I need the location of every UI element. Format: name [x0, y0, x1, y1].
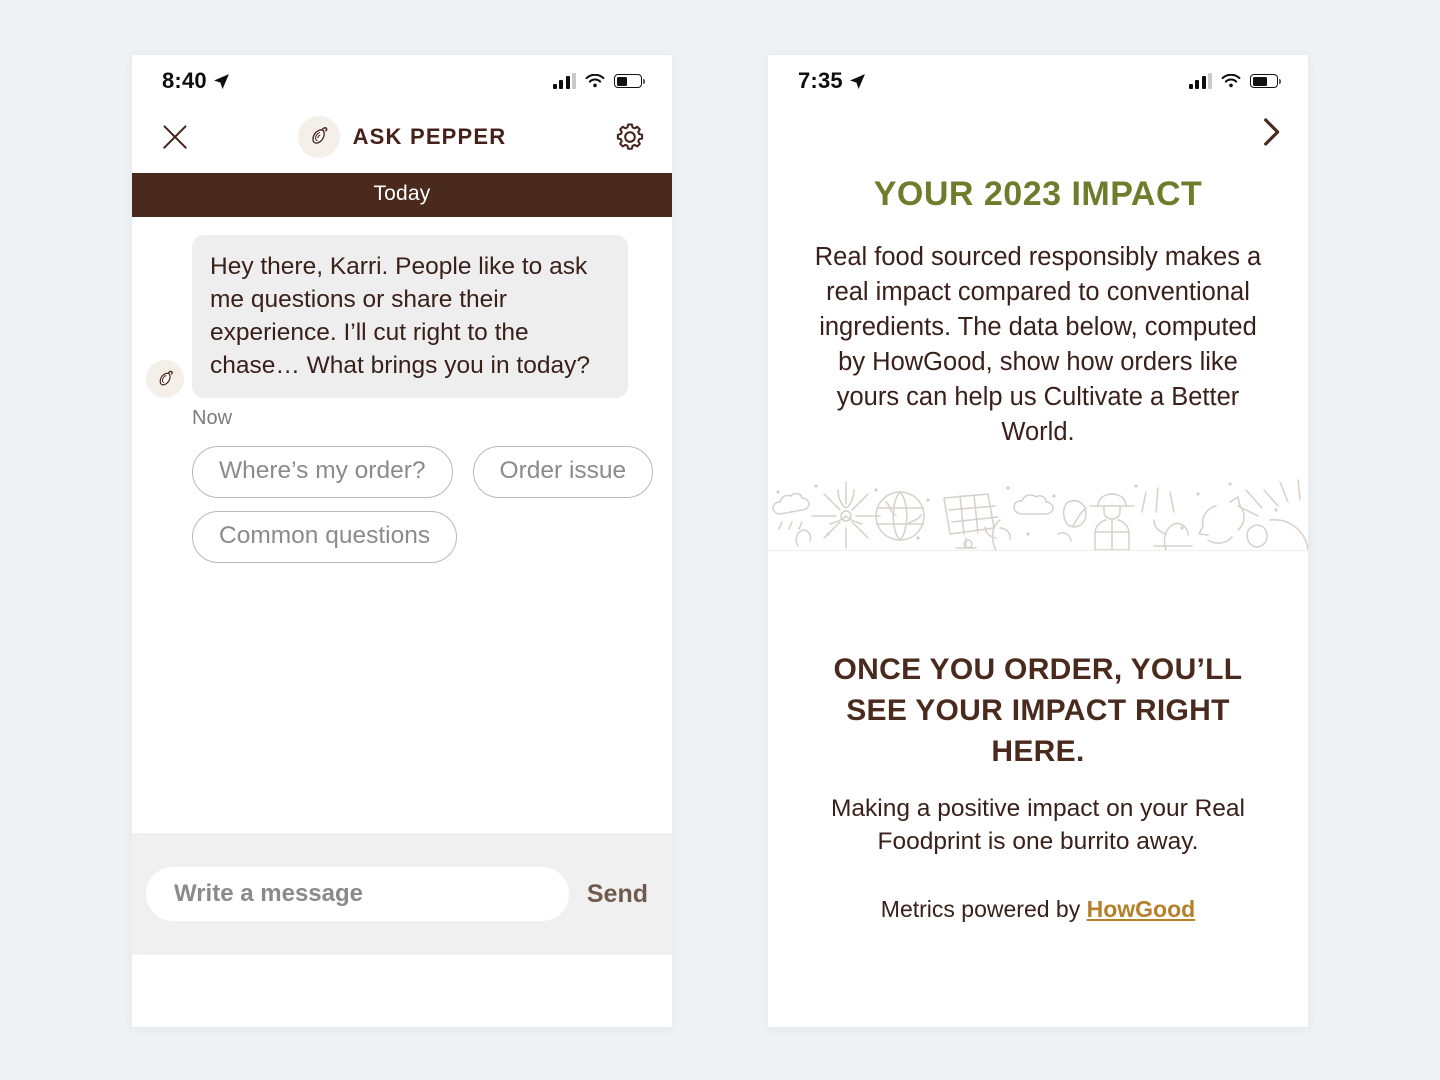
howgood-link[interactable]: HowGood — [1087, 896, 1196, 922]
day-divider: Today — [132, 173, 672, 217]
status-bar-indicators-left — [552, 72, 645, 89]
cellular-bars-icon — [552, 72, 576, 89]
wifi-icon — [585, 73, 605, 87]
status-bar-time-right: 7:35 — [798, 68, 843, 93]
chat-message-timestamp: Now — [192, 407, 233, 429]
chat-message-bubble: Hey there, Karri. People like to ask me … — [192, 235, 628, 398]
impact-nav-bar — [768, 101, 1308, 163]
status-bar-time-group: 8:40 — [162, 68, 230, 94]
sustainability-doodle-band-icon — [768, 472, 1308, 551]
quick-reply-list: Where’s my order? Order issue Common que… — [132, 446, 672, 563]
quick-reply-common-questions[interactable]: Common questions — [192, 511, 458, 563]
message-composer: Send — [132, 833, 672, 955]
status-bar-time-group-right: 7:35 — [798, 68, 866, 94]
impact-note: Making a positive impact on your Real Fo… — [831, 795, 1245, 855]
close-icon[interactable] — [158, 120, 192, 154]
location-arrow-icon — [213, 73, 229, 89]
quick-reply-order-issue[interactable]: Order issue — [472, 446, 654, 498]
chat-message-list: Hey there, Karri. People like to ask me … — [132, 217, 672, 833]
status-bar-left: 8:40 — [132, 55, 672, 101]
status-bar-right: 7:35 — [768, 55, 1308, 101]
chat-message: Hey there, Karri. People like to ask me … — [132, 235, 672, 398]
chat-header-title: ASK PEPPER — [352, 124, 507, 149]
impact-subtitle: ONCE YOU ORDER, YOU’LL SEE YOUR IMPACT R… — [833, 653, 1243, 768]
chevron-right-icon[interactable] — [1258, 116, 1284, 148]
gear-icon[interactable] — [614, 121, 646, 153]
impact-screen: 7:35 YOUR 2023 IMPACT Real food sourced … — [768, 55, 1308, 1027]
quick-reply-wheres-my-order[interactable]: Where’s my order? — [192, 446, 453, 498]
battery-icon — [614, 74, 645, 88]
location-arrow-icon — [849, 73, 865, 89]
metrics-credit: Metrics powered by HowGood — [768, 896, 1308, 923]
metrics-credit-prefix: Metrics powered by — [880, 896, 1081, 922]
ask-pepper-chat-screen: 8:40 ASK PEPPER Today Hey there, Karri. … — [132, 55, 672, 1027]
pepper-avatar-icon — [146, 360, 184, 398]
status-bar-indicators-right — [1188, 72, 1281, 89]
cellular-bars-icon — [1188, 72, 1212, 89]
impact-description: Real food sourced responsibly makes a re… — [814, 243, 1262, 446]
chat-header: ASK PEPPER — [132, 101, 672, 173]
battery-icon — [1250, 74, 1281, 88]
send-button[interactable]: Send — [587, 880, 648, 909]
wifi-icon — [1221, 73, 1241, 87]
page-title: YOUR 2023 IMPACT — [873, 175, 1203, 213]
status-bar-time: 8:40 — [162, 68, 207, 93]
chat-header-title-group: ASK PEPPER — [132, 116, 672, 158]
message-input[interactable] — [146, 867, 569, 921]
pepper-logo-icon — [297, 116, 340, 158]
